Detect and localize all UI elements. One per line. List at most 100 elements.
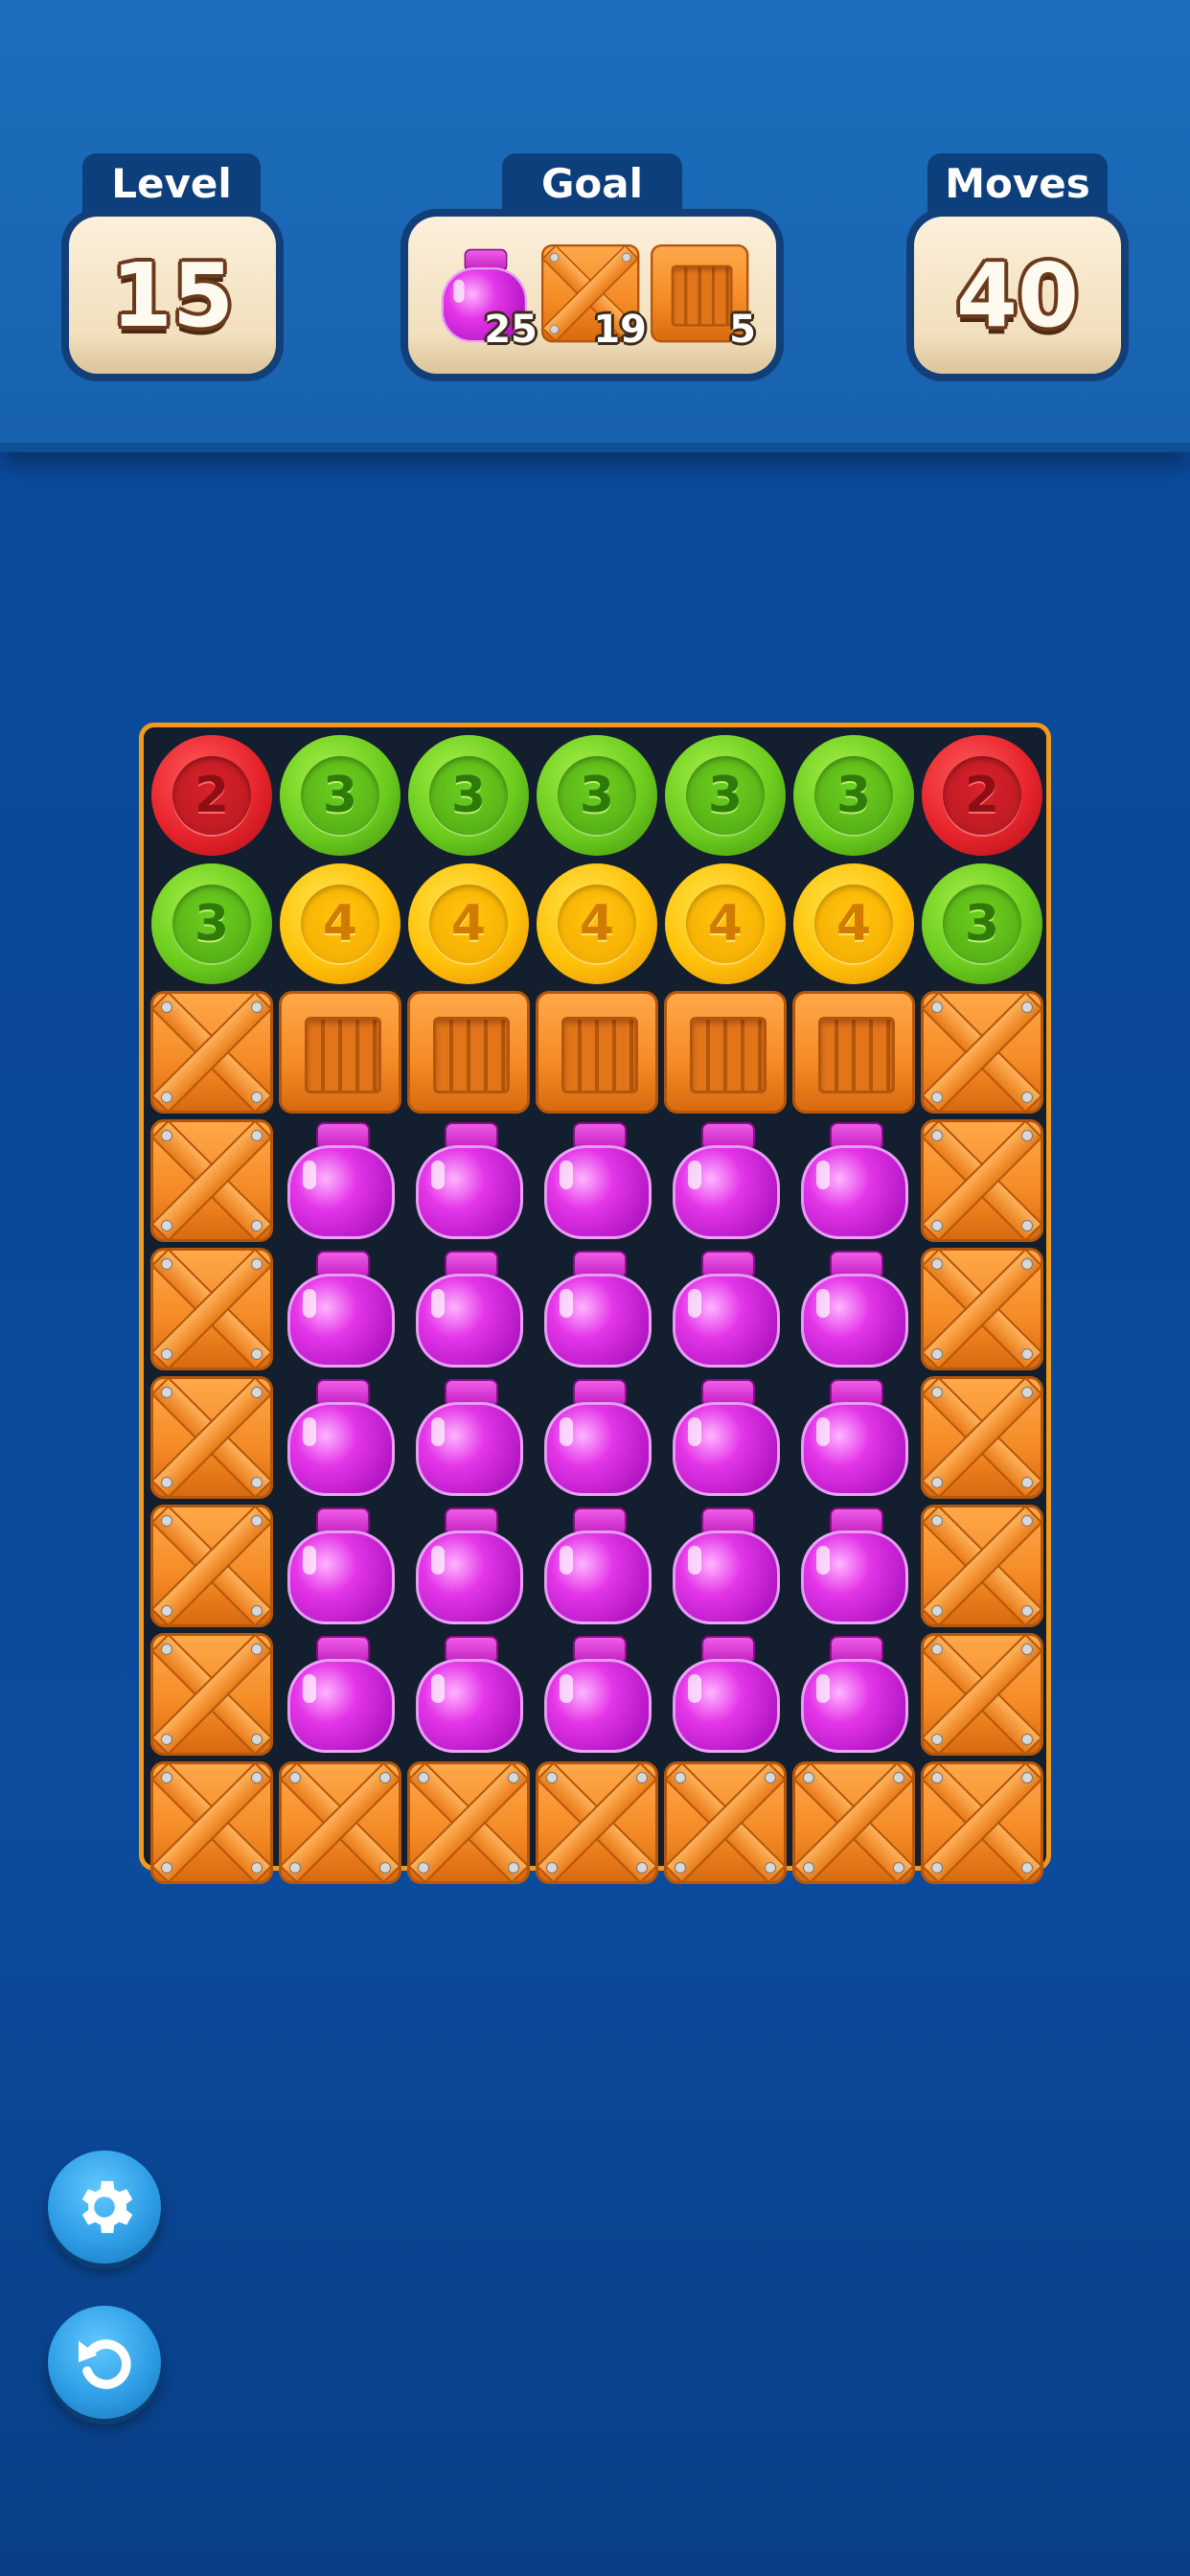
- jar-tile[interactable]: [404, 1630, 533, 1759]
- green-chip-tile[interactable]: 3: [790, 731, 918, 860]
- yellow-chip-icon: 4: [665, 863, 786, 984]
- crate-tile[interactable]: [918, 1630, 1046, 1759]
- level-label: Level: [111, 160, 232, 207]
- yellow-chip-tile[interactable]: 4: [404, 860, 533, 988]
- jar-tile[interactable]: [661, 1630, 790, 1759]
- plank-tile[interactable]: [790, 988, 918, 1116]
- green-chip-tile[interactable]: 3: [661, 731, 790, 860]
- jar-tile[interactable]: [276, 1245, 404, 1373]
- moves-value: 40: [955, 243, 1080, 347]
- plank-tile[interactable]: [533, 988, 661, 1116]
- jar-tile[interactable]: [533, 1373, 661, 1502]
- game-board: 23333323444443: [139, 723, 1051, 1884]
- crate-icon: [150, 1761, 273, 1884]
- crate-tile[interactable]: [404, 1759, 533, 1887]
- crate-tile[interactable]: [661, 1759, 790, 1887]
- crate-tile[interactable]: [790, 1759, 918, 1887]
- jar-tile[interactable]: [790, 1373, 918, 1502]
- chip-count: 3: [429, 756, 508, 835]
- level-tab: Level: [82, 153, 261, 213]
- jar-tile[interactable]: [790, 1630, 918, 1759]
- crate-icon: [664, 1761, 787, 1884]
- chip-count: 3: [814, 756, 893, 835]
- yellow-chip-tile[interactable]: 4: [533, 860, 661, 988]
- jar-tile[interactable]: [404, 1373, 533, 1502]
- jar-tile[interactable]: [276, 1502, 404, 1630]
- crate-tile[interactable]: [533, 1759, 661, 1887]
- crate-tile[interactable]: [918, 1759, 1046, 1887]
- crate-tile[interactable]: [148, 988, 276, 1116]
- jar-tile[interactable]: [276, 1373, 404, 1502]
- crate-tile[interactable]: [148, 1502, 276, 1630]
- jar-tile[interactable]: [790, 1502, 918, 1630]
- plank-icon: [407, 991, 530, 1114]
- goal-item-jar: 25: [432, 244, 538, 352]
- crate-tile[interactable]: [148, 1630, 276, 1759]
- green-chip-tile[interactable]: 3: [918, 860, 1046, 988]
- jar-icon: [404, 1245, 533, 1373]
- crate-tile[interactable]: [148, 1116, 276, 1245]
- green-chip-tile[interactable]: 3: [404, 731, 533, 860]
- settings-button[interactable]: [48, 2150, 161, 2264]
- jar-icon: [276, 1116, 404, 1245]
- jar-icon: [661, 1245, 790, 1373]
- jar-tile[interactable]: [661, 1245, 790, 1373]
- jar-tile[interactable]: [533, 1245, 661, 1373]
- plank-tile[interactable]: [404, 988, 533, 1116]
- jar-tile[interactable]: [661, 1502, 790, 1630]
- jar-tile[interactable]: [790, 1116, 918, 1245]
- gear-icon: [81, 2180, 133, 2234]
- jar-tile[interactable]: [533, 1116, 661, 1245]
- jar-icon: [404, 1630, 533, 1759]
- crate-icon: [150, 991, 273, 1114]
- jar-tile[interactable]: [404, 1245, 533, 1373]
- green-chip-tile[interactable]: 3: [276, 731, 404, 860]
- crate-tile[interactable]: [918, 1245, 1046, 1373]
- crate-icon: [921, 1633, 1043, 1756]
- yellow-chip-tile[interactable]: 4: [790, 860, 918, 988]
- plank-tile[interactable]: [276, 988, 404, 1116]
- crate-tile[interactable]: [918, 1502, 1046, 1630]
- green-chip-icon: 3: [537, 735, 657, 856]
- jar-tile[interactable]: [276, 1630, 404, 1759]
- jar-icon: [790, 1245, 918, 1373]
- jar-icon: [790, 1116, 918, 1245]
- yellow-chip-tile[interactable]: 4: [276, 860, 404, 988]
- jar-tile[interactable]: [276, 1116, 404, 1245]
- jar-tile[interactable]: [404, 1502, 533, 1630]
- red-chip-tile[interactable]: 2: [918, 731, 1046, 860]
- jar-icon: [661, 1373, 790, 1502]
- jar-tile[interactable]: [533, 1630, 661, 1759]
- jar-tile[interactable]: [533, 1502, 661, 1630]
- top-hud: Level 15 Goal 25 19 5 Moves 40: [0, 0, 1190, 452]
- red-chip-tile[interactable]: 2: [148, 731, 276, 860]
- chip-count: 2: [943, 756, 1021, 835]
- green-chip-tile[interactable]: 3: [533, 731, 661, 860]
- jar-icon: [404, 1502, 533, 1630]
- yellow-chip-icon: 4: [537, 863, 657, 984]
- crate-icon: [150, 1505, 273, 1627]
- undo-button[interactable]: [48, 2306, 161, 2419]
- jar-tile[interactable]: [661, 1116, 790, 1245]
- goal-label: Goal: [540, 160, 644, 207]
- crate-tile[interactable]: [276, 1759, 404, 1887]
- chip-count: 3: [301, 756, 379, 835]
- crate-tile[interactable]: [918, 988, 1046, 1116]
- crate-icon: [150, 1248, 273, 1370]
- moves-tab: Moves: [927, 153, 1108, 213]
- plank-tile[interactable]: [661, 988, 790, 1116]
- yellow-chip-tile[interactable]: 4: [661, 860, 790, 988]
- crate-tile[interactable]: [148, 1373, 276, 1502]
- jar-tile[interactable]: [790, 1245, 918, 1373]
- jar-tile[interactable]: [404, 1116, 533, 1245]
- chip-count: 3: [172, 885, 251, 963]
- green-chip-icon: 3: [280, 735, 400, 856]
- jar-icon: [276, 1245, 404, 1373]
- crate-tile[interactable]: [148, 1759, 276, 1887]
- crate-tile[interactable]: [918, 1373, 1046, 1502]
- crate-tile[interactable]: [148, 1245, 276, 1373]
- jar-icon: [533, 1116, 661, 1245]
- green-chip-tile[interactable]: 3: [148, 860, 276, 988]
- crate-tile[interactable]: [918, 1116, 1046, 1245]
- jar-tile[interactable]: [661, 1373, 790, 1502]
